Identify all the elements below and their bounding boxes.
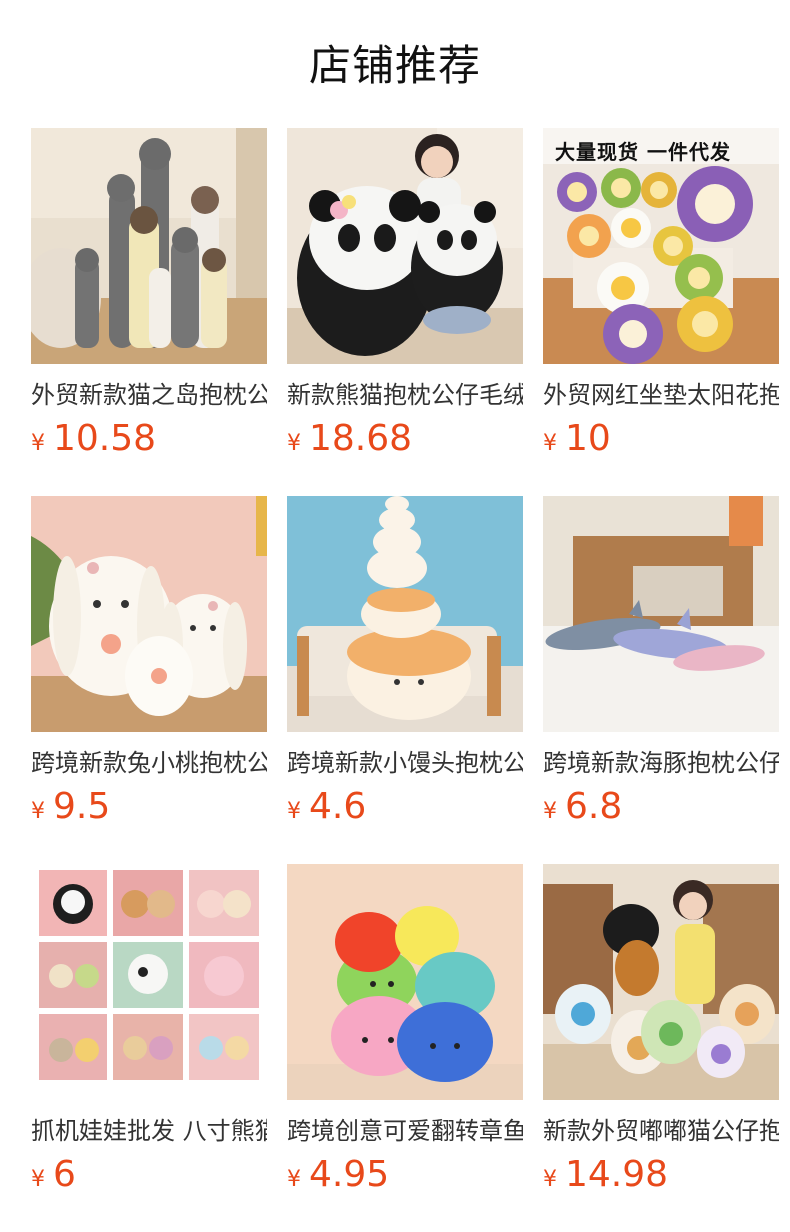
currency-symbol: ¥ bbox=[31, 431, 45, 456]
octopus-plush-image[interactable] bbox=[287, 864, 523, 1100]
product-card[interactable]: 外贸新款猫之岛抱枕公仔 ¥10.58 bbox=[31, 128, 267, 496]
price-value: 14.98 bbox=[565, 1154, 669, 1195]
product-name[interactable]: 跨境新款海豚抱枕公仔 bbox=[543, 746, 779, 780]
section-title: 店铺推荐 bbox=[308, 41, 481, 90]
panda-plush-image[interactable] bbox=[287, 128, 523, 364]
long-cat-plush-image[interactable] bbox=[31, 128, 267, 364]
price-value: 18.68 bbox=[309, 418, 413, 459]
dolphin-plush-image[interactable] bbox=[543, 496, 779, 732]
product-name[interactable]: 跨境新款兔小桃抱枕公仔 bbox=[31, 746, 267, 780]
product-card[interactable]: 跨境新款兔小桃抱枕公仔 ¥9.5 bbox=[31, 496, 267, 864]
product-card[interactable]: 跨境新款海豚抱枕公仔 ¥6.8 bbox=[543, 496, 779, 864]
product-card[interactable]: 大量现货 一件代发 外贸网红坐垫太阳花抱枕 ¥10 bbox=[543, 128, 779, 496]
product-price: ¥10 bbox=[543, 416, 611, 462]
product-price: ¥6 bbox=[31, 1152, 76, 1198]
stock-banner-text: 大量现货 一件代发 bbox=[555, 140, 731, 164]
product-card[interactable]: 新款外贸嘟嘟猫公仔抱枕 ¥14.98 bbox=[543, 864, 779, 1232]
product-card[interactable]: 新款熊猫抱枕公仔毛绒玩具 ¥18.68 bbox=[287, 128, 523, 496]
currency-symbol: ¥ bbox=[543, 431, 557, 456]
product-name[interactable]: 抓机娃娃批发 八寸熊猫公仔 bbox=[31, 1114, 267, 1148]
product-price: ¥18.68 bbox=[287, 416, 412, 462]
currency-symbol: ¥ bbox=[287, 1167, 301, 1192]
product-price: ¥14.98 bbox=[543, 1152, 668, 1198]
product-price: ¥4.6 bbox=[287, 784, 366, 830]
price-value: 6 bbox=[53, 1154, 76, 1195]
bun-stack-plush-image[interactable] bbox=[287, 496, 523, 732]
dudu-cat-plush-image[interactable] bbox=[543, 864, 779, 1100]
currency-symbol: ¥ bbox=[31, 799, 45, 824]
product-price: ¥10.58 bbox=[31, 416, 156, 462]
bunny-plush-image[interactable] bbox=[31, 496, 267, 732]
currency-symbol: ¥ bbox=[287, 431, 301, 456]
product-name[interactable]: 新款熊猫抱枕公仔毛绒玩具 bbox=[287, 378, 523, 412]
product-price: ¥6.8 bbox=[543, 784, 622, 830]
price-value: 9.5 bbox=[53, 786, 111, 827]
product-name[interactable]: 外贸新款猫之岛抱枕公仔 bbox=[31, 378, 267, 412]
price-value: 10 bbox=[565, 418, 611, 459]
currency-symbol: ¥ bbox=[287, 799, 301, 824]
price-value: 6.8 bbox=[565, 786, 623, 827]
product-card[interactable]: 跨境新款小馒头抱枕公仔 ¥4.6 bbox=[287, 496, 523, 864]
product-price: ¥4.95 bbox=[287, 1152, 389, 1198]
product-name[interactable]: 跨境创意可爱翻转章鱼公仔 bbox=[287, 1114, 523, 1148]
currency-symbol: ¥ bbox=[543, 799, 557, 824]
currency-symbol: ¥ bbox=[543, 1167, 557, 1192]
product-name[interactable]: 外贸网红坐垫太阳花抱枕 bbox=[543, 378, 779, 412]
currency-symbol: ¥ bbox=[31, 1167, 45, 1192]
product-name[interactable]: 跨境新款小馒头抱枕公仔 bbox=[287, 746, 523, 780]
product-price: ¥9.5 bbox=[31, 784, 110, 830]
product-grid: 外贸新款猫之岛抱枕公仔 ¥10.58 bbox=[31, 128, 790, 1232]
price-value: 4.95 bbox=[309, 1154, 390, 1195]
price-value: 4.6 bbox=[309, 786, 367, 827]
claw-machine-dolls-image[interactable] bbox=[31, 864, 267, 1100]
product-card[interactable]: 抓机娃娃批发 八寸熊猫公仔 ¥6 bbox=[31, 864, 267, 1232]
sunflower-cushion-image[interactable]: 大量现货 一件代发 bbox=[543, 128, 779, 364]
product-card[interactable]: 跨境创意可爱翻转章鱼公仔 ¥4.95 bbox=[287, 864, 523, 1232]
price-value: 10.58 bbox=[53, 418, 157, 459]
product-name[interactable]: 新款外贸嘟嘟猫公仔抱枕 bbox=[543, 1114, 779, 1148]
page: 店铺推荐 外贸新款猫之岛抱枕公 ¥ 10.58 新款熊猫抱枕公仔毛绒 ¥ 18.… bbox=[0, 0, 790, 1232]
